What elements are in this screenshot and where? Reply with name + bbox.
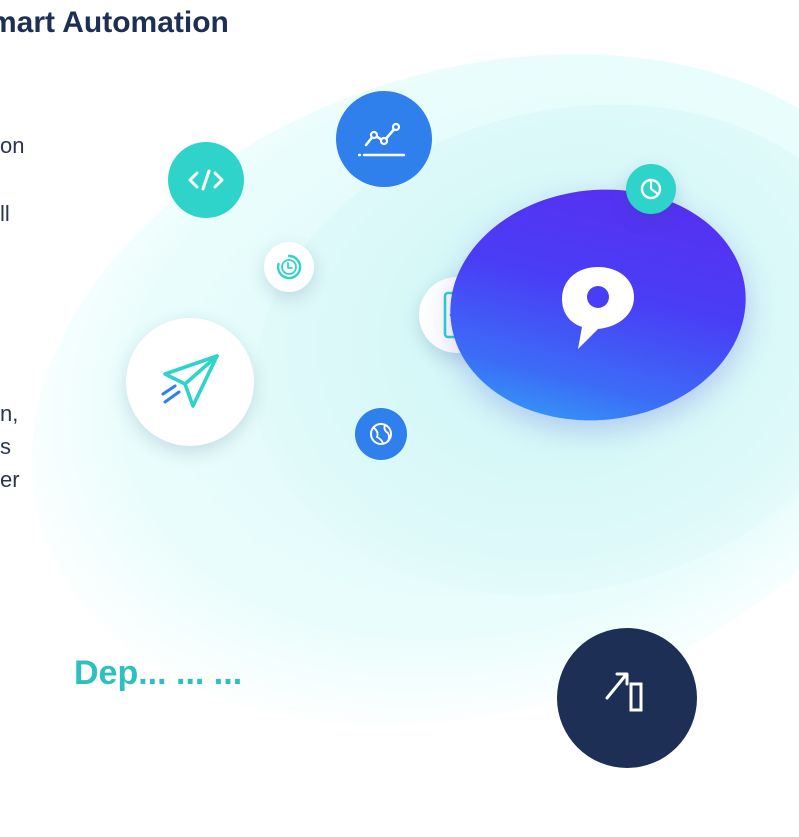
pie-chart-icon-badge [626, 164, 676, 214]
text-fragment: on [0, 133, 25, 158]
paper-plane-icon-badge [126, 318, 254, 446]
code-icon-badge [168, 142, 244, 218]
text-fragment: s [0, 434, 11, 459]
globe-icon [370, 423, 392, 445]
text-fragment: ll [0, 201, 10, 226]
brand-logo-icon [562, 267, 634, 349]
clock-icon [276, 254, 302, 280]
text-fragment: n, [0, 401, 19, 426]
analytics-icon [358, 122, 406, 157]
code-icon [188, 169, 224, 191]
analytics-icon-badge [336, 91, 432, 187]
clock-icon-badge [264, 242, 314, 292]
section-heading-fragment: Dep... ... ... [74, 654, 243, 692]
page-title: mart Automation [0, 6, 229, 39]
pie-chart-icon [640, 178, 662, 200]
paper-plane-icon [161, 354, 219, 408]
growth-chart-icon-badge [557, 628, 697, 768]
growth-chart-icon [605, 672, 643, 712]
globe-icon-badge [355, 408, 407, 460]
text-fragment: er [0, 467, 20, 492]
